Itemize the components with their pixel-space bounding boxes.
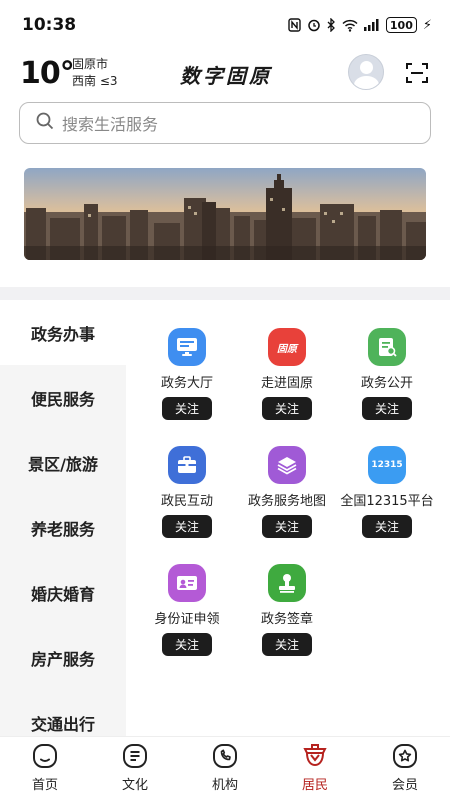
layers-icon [268, 446, 306, 484]
service-id-card[interactable]: 身份证申领 关注 [132, 564, 242, 656]
service-citizen-interaction[interactable]: 政民互动 关注 [132, 446, 242, 538]
service-gov-hall[interactable]: 政务大厅 关注 [132, 328, 242, 420]
wifi-icon [342, 19, 358, 32]
city-name[interactable]: 固原市 [72, 56, 118, 73]
guyuan-logo-icon: 固原 [268, 328, 306, 366]
status-icons: 100 ⚡ [288, 17, 432, 33]
tab-culture[interactable]: 文化 [90, 737, 180, 800]
follow-button[interactable]: 关注 [362, 515, 412, 538]
tab-member[interactable]: 会员 [360, 737, 450, 800]
city-skyline-banner[interactable] [24, 168, 426, 260]
follow-button[interactable]: 关注 [162, 633, 212, 656]
follow-button[interactable]: 关注 [262, 515, 312, 538]
residents-icon [301, 742, 329, 770]
hotline-12315-icon: 12315 [368, 446, 406, 484]
location-info: 固原市 西南 ≤3 [72, 56, 118, 90]
follow-button[interactable]: 关注 [262, 397, 312, 420]
category-tourism[interactable]: 景区/旅游 [0, 430, 126, 495]
header: 10° 固原市 西南 ≤3 数字固原 [0, 52, 450, 96]
alarm-icon [307, 18, 321, 32]
follow-button[interactable]: 关注 [162, 515, 212, 538]
member-star-icon [391, 742, 419, 770]
id-card-icon [168, 564, 206, 602]
bluetooth-icon [327, 18, 336, 32]
services-grid: 政务大厅 关注 固原 走进固原 关注 政务公开 关注 政民互动 关注 政务服务地… [126, 300, 450, 736]
service-label: 政务签章 [260, 612, 313, 627]
monitor-icon [168, 328, 206, 366]
category-elderly-care[interactable]: 养老服务 [0, 495, 126, 560]
phone-icon [211, 742, 239, 770]
category-marriage[interactable]: 婚庆婚育 [0, 560, 126, 625]
avatar[interactable] [348, 54, 384, 90]
status-bar: 10:38 100 ⚡ [0, 0, 450, 50]
document-search-icon [368, 328, 406, 366]
service-label: 身份证申领 [154, 612, 220, 627]
app-title: 数字固原 [180, 64, 272, 88]
avatar-head [360, 61, 373, 74]
search-icon [36, 112, 54, 134]
service-label: 政务大厅 [160, 376, 213, 391]
tab-label: 机构 [211, 778, 238, 793]
tab-label: 会员 [391, 778, 418, 793]
culture-icon [121, 742, 149, 770]
bottom-tab-bar: 首页 文化 机构 居民 会员 [0, 736, 450, 800]
service-label: 政务服务地图 [247, 494, 326, 509]
category-housing[interactable]: 房产服务 [0, 625, 126, 690]
tab-institutions[interactable]: 机构 [180, 737, 270, 800]
category-convenience[interactable]: 便民服务 [0, 365, 126, 430]
section-divider [0, 287, 450, 300]
service-label: 政民互动 [160, 494, 213, 509]
temperature: 10° [20, 56, 75, 91]
service-gov-seal[interactable]: 政务签章 关注 [232, 564, 342, 656]
service-12315[interactable]: 12315 全国12315平台 关注 [332, 446, 442, 538]
status-time: 10:38 [22, 15, 77, 35]
scan-icon[interactable] [406, 62, 428, 84]
category-transport[interactable]: 交通出行 [0, 690, 126, 736]
stamp-icon [268, 564, 306, 602]
search-bar[interactable]: 搜索生活服务 [19, 102, 431, 144]
signal-icon [363, 19, 380, 31]
service-label: 全国12315平台 [340, 494, 434, 509]
service-gov-map[interactable]: 政务服务地图 关注 [232, 446, 342, 538]
wind-info: 西南 ≤3 [72, 74, 118, 88]
home-icon [31, 742, 59, 770]
category-gov-affairs[interactable]: 政务办事 [0, 300, 126, 365]
follow-button[interactable]: 关注 [362, 397, 412, 420]
tab-label: 首页 [31, 778, 58, 793]
search-input[interactable]: 搜索生活服务 [62, 111, 158, 135]
briefcase-icon [168, 446, 206, 484]
service-label: 政务公开 [360, 376, 413, 391]
follow-button[interactable]: 关注 [262, 633, 312, 656]
service-label: 走进固原 [260, 376, 313, 391]
follow-button[interactable]: 关注 [162, 397, 212, 420]
avatar-body [354, 76, 379, 89]
charging-icon: ⚡ [422, 17, 432, 33]
nfc-icon [288, 18, 301, 32]
tab-residents[interactable]: 居民 [270, 737, 360, 800]
tab-label: 居民 [301, 778, 328, 793]
tab-label: 文化 [121, 778, 148, 793]
service-gov-public[interactable]: 政务公开 关注 [332, 328, 442, 420]
tab-home[interactable]: 首页 [0, 737, 90, 800]
category-sidebar: 政务办事 便民服务 景区/旅游 养老服务 婚庆婚育 房产服务 交通出行 [0, 300, 126, 736]
service-enter-guyuan[interactable]: 固原 走进固原 关注 [232, 328, 342, 420]
battery-level: 100 [385, 17, 417, 33]
